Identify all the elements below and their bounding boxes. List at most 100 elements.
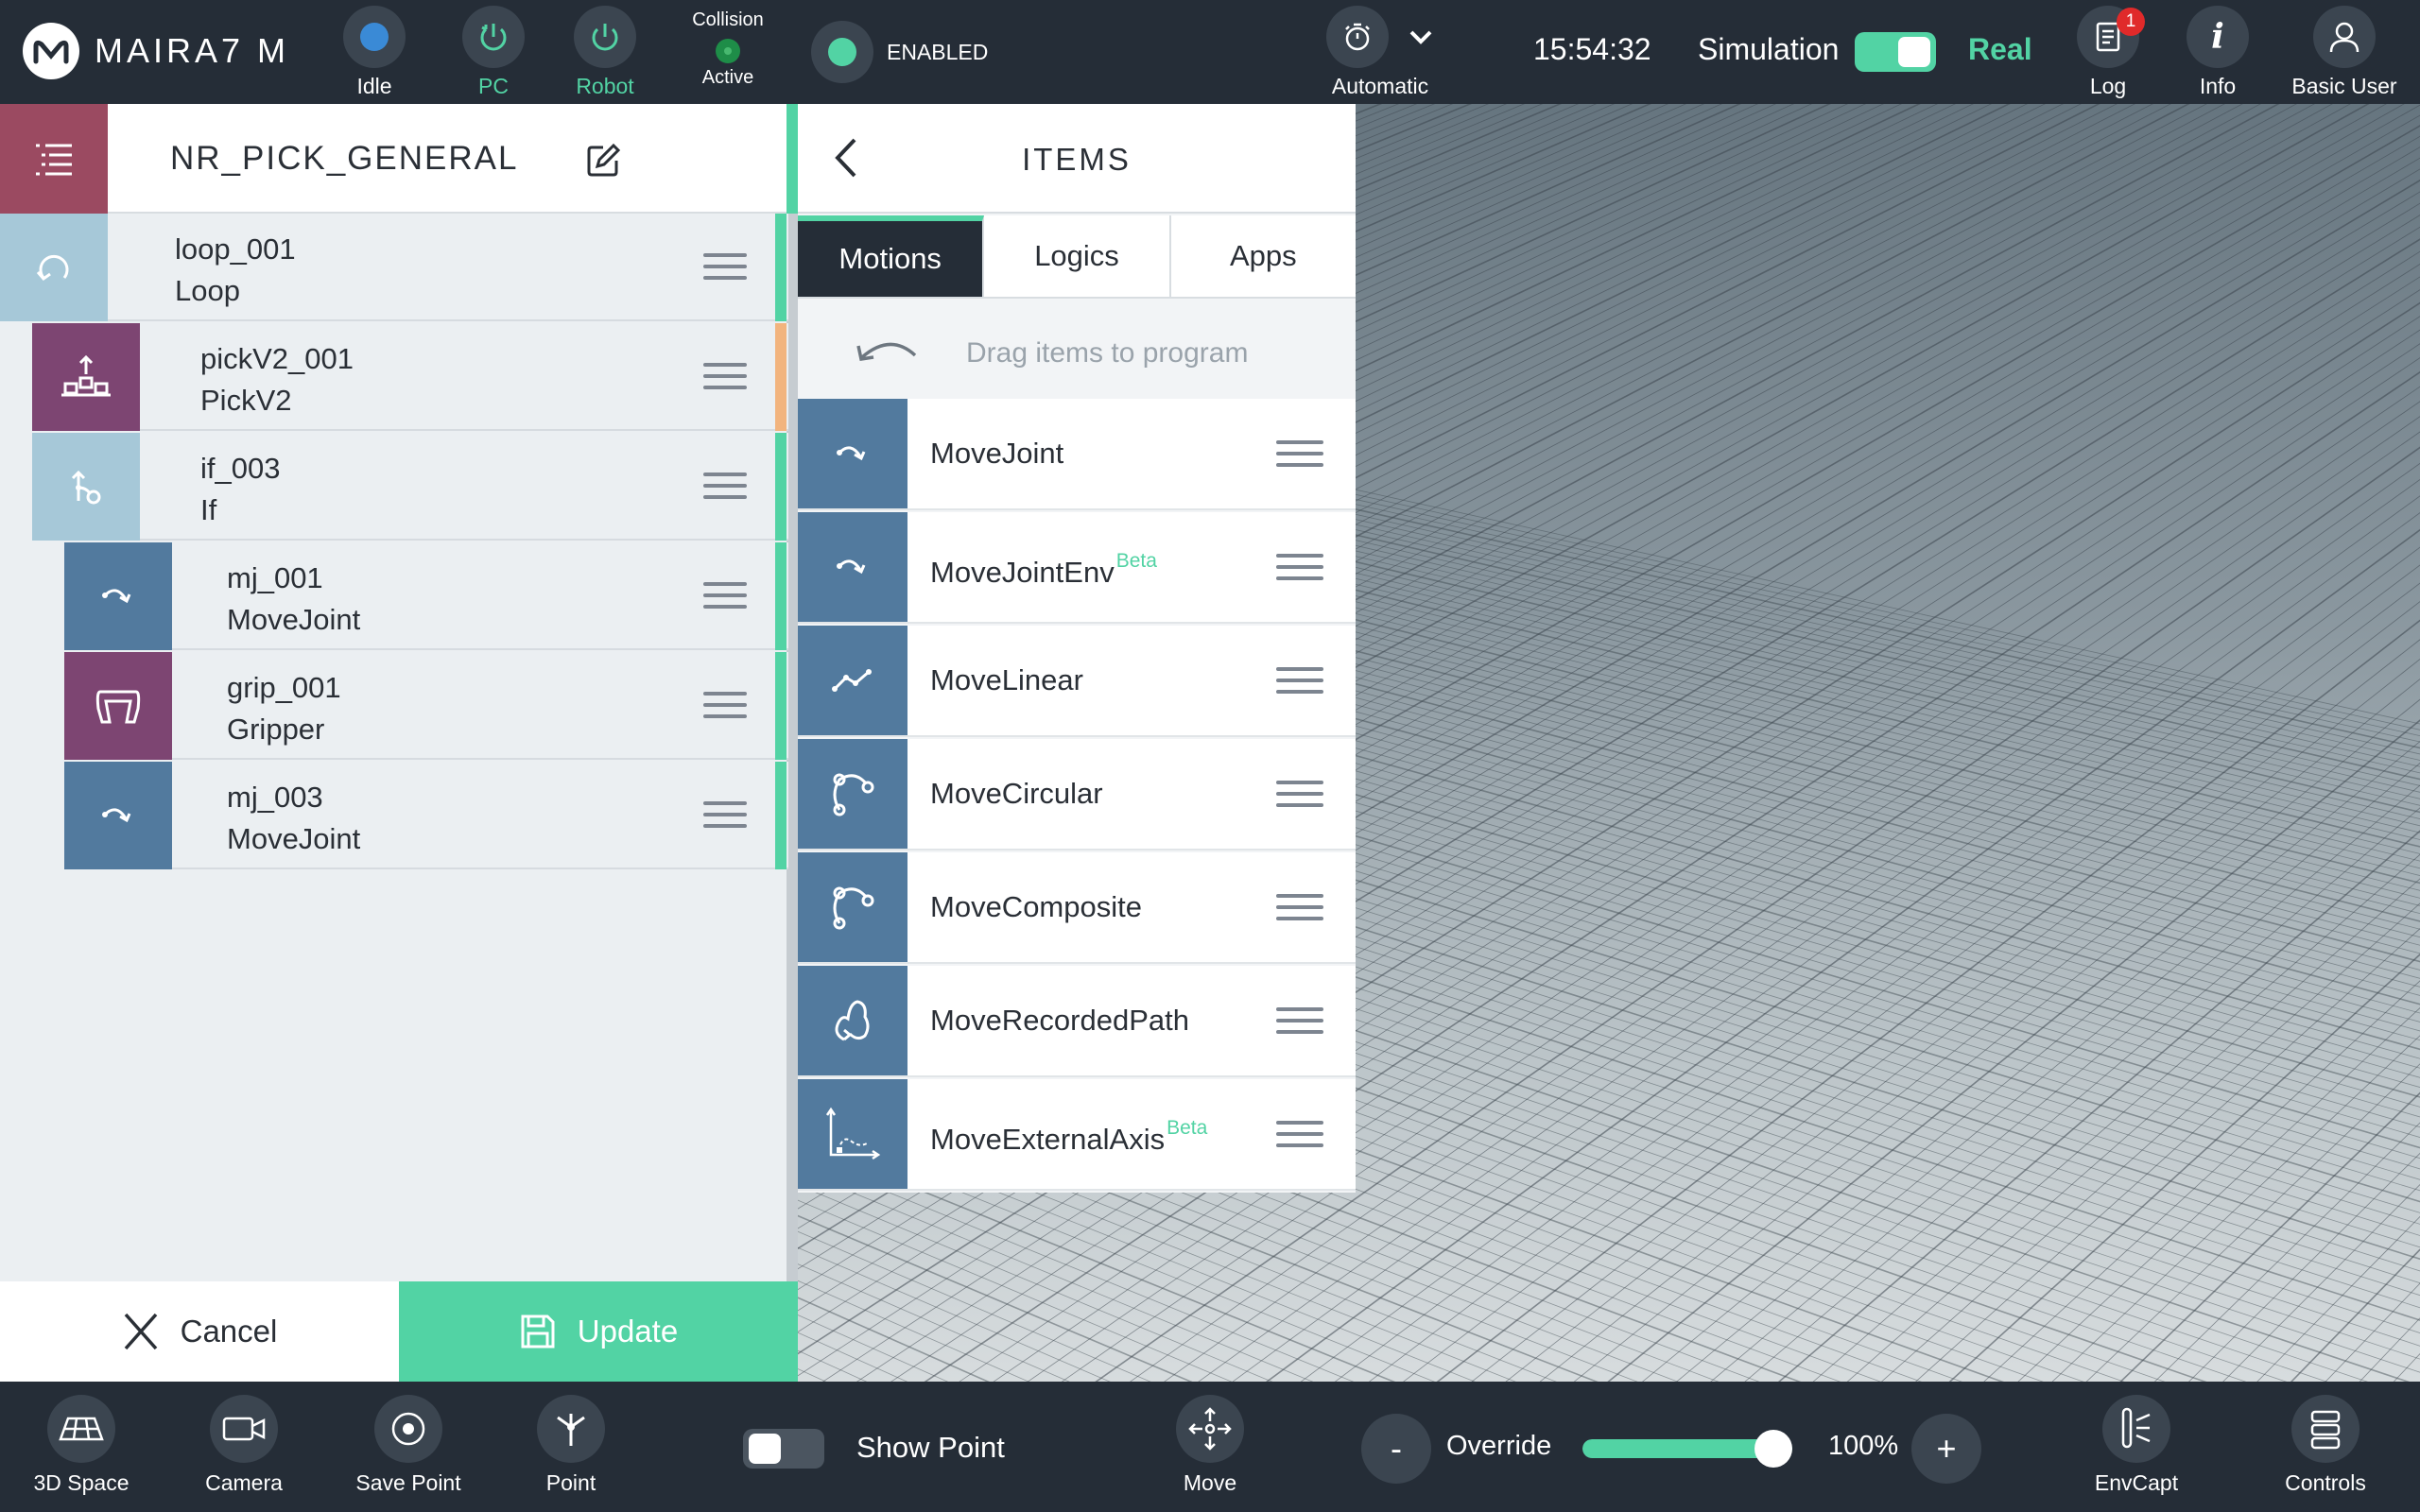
collision-state: Active xyxy=(701,67,754,88)
drag-handle-icon[interactable] xyxy=(703,472,747,507)
info-label: Info xyxy=(2199,74,2237,98)
drag-handle-icon[interactable] xyxy=(1276,554,1323,588)
row-status-strip xyxy=(775,214,786,321)
program-title: NR_PICK_GENERAL xyxy=(170,140,519,177)
row-type: Loop xyxy=(175,274,240,307)
program-row-movejoint[interactable]: mj_003 MoveJoint xyxy=(64,762,788,869)
drag-handle-icon[interactable] xyxy=(1276,781,1323,815)
item-movejointenv[interactable]: MoveJointEnvBeta xyxy=(798,512,1356,624)
item-label: MoveJoint xyxy=(930,437,1064,470)
enabled-status[interactable]: ENABLED xyxy=(811,21,988,83)
move-joint-icon xyxy=(64,542,172,650)
row-name: pickV2_001 xyxy=(200,342,354,375)
clock: 15:54:32 xyxy=(1533,32,1651,66)
drag-handle-icon[interactable] xyxy=(1276,667,1323,701)
tab-motions[interactable]: Motions xyxy=(798,215,985,297)
brand-name: MAIRA7 M xyxy=(95,31,290,70)
item-label: MoveCircular xyxy=(930,777,1103,810)
collision-indicator-icon xyxy=(716,39,740,63)
drag-handle-icon[interactable] xyxy=(703,253,747,287)
info-button[interactable]: i Info xyxy=(2180,0,2256,104)
simulation-real-toggle[interactable] xyxy=(1855,32,1936,72)
status-pc[interactable]: PC xyxy=(456,0,531,104)
move-joint-env-icon xyxy=(798,512,908,622)
drag-handle-icon[interactable] xyxy=(703,692,747,726)
log-icon: 1 xyxy=(2077,6,2145,68)
override-decrease-button[interactable]: - xyxy=(1361,1414,1431,1484)
row-status-strip xyxy=(775,652,786,760)
cancel-button[interactable]: Cancel xyxy=(0,1281,399,1382)
row-type: MoveJoint xyxy=(227,822,361,855)
show-point-toggle[interactable] xyxy=(743,1429,824,1469)
mode-selector[interactable]: Automatic xyxy=(1323,0,1437,104)
camera-button[interactable]: Camera xyxy=(197,1382,291,1512)
program-row-gripper[interactable]: grip_001 Gripper xyxy=(64,652,788,760)
item-movelinear[interactable]: MoveLinear xyxy=(798,626,1356,737)
tab-logics[interactable]: Logics xyxy=(984,215,1171,297)
program-menu-button[interactable] xyxy=(0,104,108,214)
log-badge: 1 xyxy=(2117,8,2145,36)
panel-divider-strip xyxy=(786,104,798,214)
show-point-label: Show Point xyxy=(856,1431,1005,1464)
status-robot[interactable]: Robot xyxy=(567,0,643,104)
item-label: MoveLinear xyxy=(930,663,1083,696)
3d-space-button[interactable]: 3D Space xyxy=(33,1382,130,1512)
camera-icon xyxy=(210,1395,278,1463)
save-point-button[interactable]: Save Point xyxy=(352,1382,465,1512)
item-moverecordedpath[interactable]: MoveRecordedPath xyxy=(798,966,1356,1077)
item-movecircular[interactable]: MoveCircular xyxy=(798,739,1356,850)
row-name: mj_001 xyxy=(227,561,323,594)
idle-dot-icon xyxy=(343,6,406,68)
drag-handle-icon[interactable] xyxy=(1276,1007,1323,1041)
logo-icon xyxy=(23,23,79,79)
beta-tag: Beta xyxy=(1115,550,1157,572)
item-moveexternalaxis[interactable]: MoveExternalAxisBeta xyxy=(798,1079,1356,1191)
drag-handle-icon[interactable] xyxy=(1276,440,1323,474)
item-movecomposite[interactable]: MoveComposite xyxy=(798,852,1356,964)
edit-icon xyxy=(587,143,621,177)
log-button[interactable]: 1 Log xyxy=(2070,0,2146,104)
program-row-if[interactable]: if_003 If xyxy=(32,433,788,541)
pc-power-icon xyxy=(462,6,525,68)
move-linear-icon xyxy=(798,626,908,735)
drag-handle-icon[interactable] xyxy=(703,582,747,616)
items-header: ITEMS xyxy=(798,104,1356,214)
program-row-movejoint[interactable]: mj_001 MoveJoint xyxy=(64,542,788,650)
edit-title-button[interactable] xyxy=(584,142,622,180)
item-label: MoveJointEnvBeta xyxy=(930,550,1157,589)
collision-title: Collision xyxy=(692,9,764,30)
program-row-loop[interactable]: loop_001 Loop xyxy=(0,214,788,321)
drag-hint-text: Drag items to program xyxy=(966,337,1249,369)
user-button[interactable]: Basic User xyxy=(2288,0,2401,104)
override-slider-thumb[interactable] xyxy=(1754,1430,1792,1468)
update-button[interactable]: Update xyxy=(399,1281,798,1382)
point-button[interactable]: Point xyxy=(524,1382,618,1512)
drag-handle-icon[interactable] xyxy=(703,363,747,397)
row-name: grip_001 xyxy=(227,671,341,704)
status-idle[interactable]: Idle xyxy=(337,0,412,104)
3d-space-label: 3D Space xyxy=(33,1470,130,1495)
camera-label: Camera xyxy=(205,1470,283,1495)
if-branch-icon xyxy=(32,433,140,541)
drag-handle-icon[interactable] xyxy=(1276,1121,1323,1155)
items-panel: ITEMS Motions Logics Apps Drag items to … xyxy=(798,104,1356,1193)
controls-button[interactable]: Controls xyxy=(2278,1382,2373,1512)
row-name: if_003 xyxy=(200,452,281,485)
drag-handle-icon[interactable] xyxy=(1276,894,1323,928)
drag-handle-icon[interactable] xyxy=(703,801,747,835)
loop-icon xyxy=(0,214,108,321)
row-type: MoveJoint xyxy=(227,603,361,636)
envcapt-label: EnvCapt xyxy=(2094,1470,2179,1495)
tab-apps[interactable]: Apps xyxy=(1171,215,1356,297)
status-idle-label: Idle xyxy=(356,74,392,98)
program-row-pick[interactable]: pickV2_001 PickV2 xyxy=(32,323,788,431)
row-name: mj_003 xyxy=(227,781,323,814)
enabled-label: ENABLED xyxy=(887,39,989,64)
envcapt-button[interactable]: EnvCapt xyxy=(2089,1382,2184,1512)
item-movejoint[interactable]: MoveJoint xyxy=(798,399,1356,510)
override-increase-button[interactable]: + xyxy=(1911,1414,1981,1484)
collision-status[interactable]: Collision Active xyxy=(686,0,769,104)
move-button[interactable]: Move xyxy=(1163,1382,1257,1512)
row-status-strip xyxy=(775,433,786,541)
list-menu-icon xyxy=(36,144,72,176)
